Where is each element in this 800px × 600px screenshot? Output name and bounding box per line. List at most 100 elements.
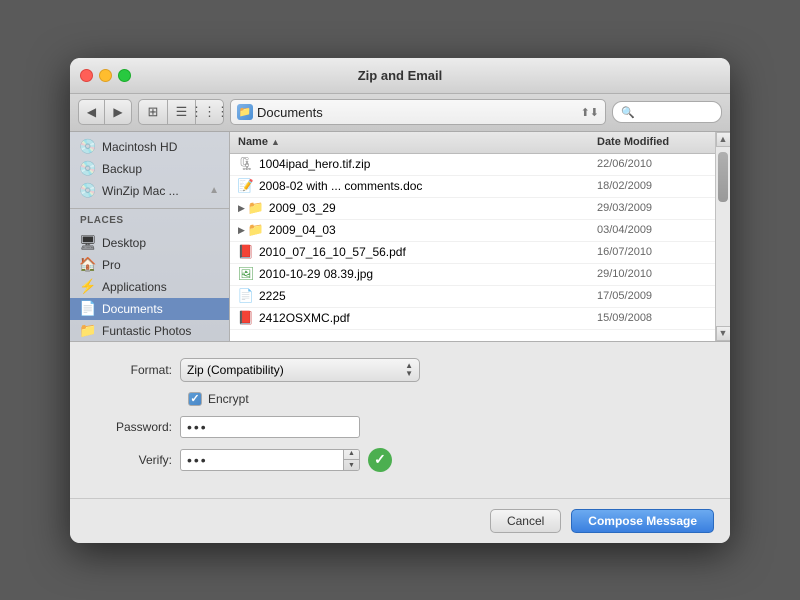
- file-name: 2412OSXMC.pdf: [259, 311, 597, 325]
- file-date: 18/02/2009: [597, 180, 707, 192]
- file-name: 2225: [259, 289, 597, 303]
- encrypt-checkbox[interactable]: ✓: [188, 392, 202, 406]
- location-bar[interactable]: 📁 Documents ⬆⬇: [230, 99, 606, 125]
- titlebar: Zip and Email: [70, 58, 730, 94]
- table-row[interactable]: 📄 2225 17/05/2009: [230, 286, 715, 308]
- encrypt-row: ✓ Encrypt: [90, 392, 710, 406]
- sidebar-item-label: Desktop: [102, 236, 146, 250]
- file-date: 15/09/2008: [597, 312, 707, 324]
- maximize-button[interactable]: [118, 69, 131, 82]
- pdf-file-icon: 📕: [238, 310, 254, 326]
- drive-icon: 💿: [80, 139, 96, 155]
- file-name: 2010_07_16_10_57_56.pdf: [259, 245, 597, 259]
- minimize-button[interactable]: [99, 69, 112, 82]
- scroll-down-arrow[interactable]: ▼: [716, 326, 731, 341]
- file-date: 03/04/2009: [597, 224, 707, 236]
- expand-arrow-icon: ▶: [238, 203, 245, 214]
- img-file-icon: 🖼: [238, 266, 254, 282]
- scroll-thumb[interactable]: [718, 152, 728, 202]
- format-select[interactable]: Zip (Compatibility) ▲ ▼: [180, 358, 420, 382]
- table-row[interactable]: ▶ 📁 2009_03_29 29/03/2009: [230, 198, 715, 220]
- view-buttons: ⊞ ☰ ⋮⋮⋮: [138, 99, 224, 125]
- places-section: 🖥 Desktop 🏠 Pro ⚡ Applications 📄 Documen…: [70, 228, 229, 341]
- main-content: 💿 Macintosh HD 💿 Backup 💿 WinZip Mac ...…: [70, 132, 730, 342]
- table-row[interactable]: ▶ 📁 2009_04_03 03/04/2009: [230, 220, 715, 242]
- expand-arrow-icon: ▶: [238, 225, 245, 236]
- sidebar-item-fantastical[interactable]: 📁 Funtastic Photos: [70, 320, 229, 341]
- sidebar-item-winzip[interactable]: 💿 WinZip Mac ... ▲: [70, 180, 229, 202]
- verify-stepper[interactable]: ▲ ▼: [343, 449, 359, 471]
- verify-label: Verify:: [90, 453, 180, 467]
- column-view-button[interactable]: ⋮⋮⋮: [195, 100, 223, 124]
- table-row[interactable]: 🖼 2010-10-29 08.39.jpg 29/10/2010: [230, 264, 715, 286]
- file-list-area: Name ▲ Date Modified 🗜 1004ipad_hero.tif…: [230, 132, 715, 341]
- file-name: 1004ipad_hero.tif.zip: [259, 157, 597, 171]
- generic-file-icon: 📄: [238, 288, 254, 304]
- file-date: 22/06/2010: [597, 158, 707, 170]
- footer: Cancel Compose Message: [70, 498, 730, 543]
- sidebar-item-label: Funtastic Photos: [102, 324, 191, 338]
- sidebar-item-documents[interactable]: 📄 Documents: [70, 298, 229, 320]
- compose-message-button[interactable]: Compose Message: [571, 509, 714, 533]
- documents-icon: 📄: [80, 301, 96, 317]
- password-input[interactable]: •••: [180, 416, 360, 438]
- table-row[interactable]: 📕 2010_07_16_10_57_56.pdf 16/07/2010: [230, 242, 715, 264]
- icon-view-button[interactable]: ⊞: [139, 100, 167, 124]
- stepper-down-button[interactable]: ▼: [344, 460, 359, 471]
- file-list-scrollbar[interactable]: ▲ ▼: [715, 132, 730, 341]
- back-button[interactable]: ◀: [79, 100, 105, 124]
- select-arrows-icon: ▲ ▼: [405, 362, 413, 378]
- verify-check-icon: ✓: [368, 448, 392, 472]
- folder-file-icon: 📁: [248, 200, 264, 216]
- location-arrow-icon: ⬆⬇: [581, 106, 599, 119]
- sidebar-divider: [70, 208, 229, 209]
- password-row: Password: •••: [90, 416, 710, 438]
- sidebar-item-macintosh-hd[interactable]: 💿 Macintosh HD: [70, 136, 229, 158]
- table-row[interactable]: 📝 2008-02 with ... comments.doc 18/02/20…: [230, 176, 715, 198]
- sidebar-item-label: Backup: [102, 162, 142, 176]
- table-row[interactable]: 📕 2412OSXMC.pdf 15/09/2008: [230, 308, 715, 330]
- drive-icon: 💿: [80, 161, 96, 177]
- bottom-panel: Format: Zip (Compatibility) ▲ ▼ ✓ Encryp…: [70, 342, 730, 498]
- password-value: •••: [187, 419, 208, 435]
- stepper-up-button[interactable]: ▲: [344, 449, 359, 461]
- drive-icon: 💿: [80, 183, 96, 199]
- sidebar-item-label: WinZip Mac ...: [102, 184, 179, 198]
- sidebar-item-label: Macintosh HD: [102, 140, 177, 154]
- scroll-track[interactable]: [716, 147, 730, 326]
- file-name: 2008-02 with ... comments.doc: [259, 179, 597, 193]
- sidebar-item-label: Applications: [102, 280, 167, 294]
- col-name-header: Name ▲: [238, 136, 597, 148]
- traffic-lights: [80, 69, 131, 82]
- sidebar-item-pro[interactable]: 🏠 Pro: [70, 254, 229, 276]
- window-title: Zip and Email: [358, 68, 443, 83]
- devices-section: 💿 Macintosh HD 💿 Backup 💿 WinZip Mac ...…: [70, 132, 229, 206]
- sidebar-item-label: Pro: [102, 258, 121, 272]
- file-date: 17/05/2009: [597, 290, 707, 302]
- forward-button[interactable]: ▶: [105, 100, 131, 124]
- password-label: Password:: [90, 420, 180, 434]
- home-icon: 🏠: [80, 257, 96, 273]
- sidebar: 💿 Macintosh HD 💿 Backup 💿 WinZip Mac ...…: [70, 132, 230, 341]
- pdf-file-icon: 📕: [238, 244, 254, 260]
- doc-file-icon: 📝: [238, 178, 254, 194]
- sidebar-item-desktop[interactable]: 🖥 Desktop: [70, 232, 229, 254]
- search-bar[interactable]: 🔍: [612, 101, 722, 123]
- sidebar-item-backup[interactable]: 💿 Backup: [70, 158, 229, 180]
- verify-input[interactable]: •••: [181, 452, 343, 468]
- scroll-up-arrow[interactable]: ▲: [716, 132, 731, 147]
- desktop-icon: 🖥: [80, 235, 96, 251]
- table-row[interactable]: 🗜 1004ipad_hero.tif.zip 22/06/2010: [230, 154, 715, 176]
- cancel-button[interactable]: Cancel: [490, 509, 561, 533]
- photos-icon: 📁: [80, 323, 96, 339]
- close-button[interactable]: [80, 69, 93, 82]
- format-select-value: Zip (Compatibility): [187, 363, 405, 377]
- file-date: 29/03/2009: [597, 202, 707, 214]
- main-window: Zip and Email ◀ ▶ ⊞ ☰ ⋮⋮⋮ 📁 Documents ⬆⬇…: [70, 58, 730, 543]
- applications-icon: ⚡: [80, 279, 96, 295]
- file-name: 2010-10-29 08.39.jpg: [259, 267, 597, 281]
- file-date: 29/10/2010: [597, 268, 707, 280]
- format-label: Format:: [90, 363, 180, 377]
- sidebar-item-applications[interactable]: ⚡ Applications: [70, 276, 229, 298]
- encrypt-label: Encrypt: [208, 392, 249, 406]
